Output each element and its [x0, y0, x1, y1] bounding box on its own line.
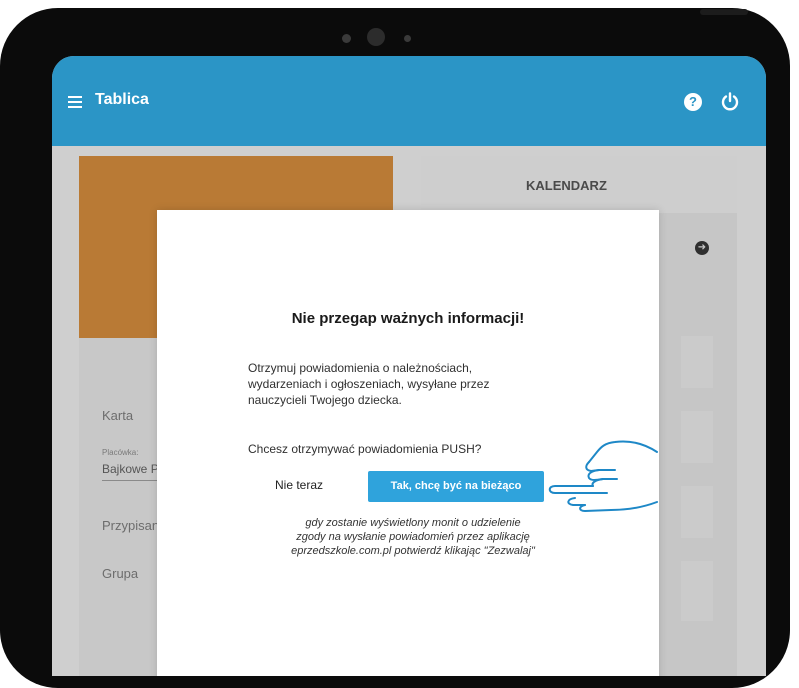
karta-label: Karta [102, 408, 134, 423]
question-circle-icon[interactable]: ? [684, 93, 702, 111]
calendar-tile [681, 411, 713, 463]
dialog-body: Otrzymuj powiadomienia o należnościach, … [248, 361, 490, 407]
subscribe-button[interactable]: Tak, chcę być na bieżąco [368, 471, 544, 502]
calendar-tile [681, 561, 713, 621]
power-icon[interactable] [720, 92, 740, 112]
grupa-label: Grupa [102, 566, 139, 581]
camera-dot [342, 34, 351, 43]
calendar-title: KALENDARZ [526, 178, 607, 193]
pointing-hand-icon [548, 440, 658, 512]
dialog-heading: Nie przegap ważnych informacji! [291, 310, 525, 327]
camera-lens [367, 28, 385, 46]
dialog-note: gdy zostanie wyświetlony monit o udziele… [291, 517, 535, 557]
camera-sensor [404, 35, 411, 42]
calendar-tile [681, 336, 713, 388]
przypisanie-label: Przypisan [102, 518, 160, 533]
tablet-side-button [700, 9, 748, 15]
placowka-label: Placówka: [102, 448, 139, 457]
calendar-header: KALENDARZ [421, 156, 737, 213]
page-title: Tablica [95, 91, 149, 108]
app-bar: Tablica ? [52, 56, 766, 146]
not-now-button[interactable]: Nie teraz [275, 478, 323, 492]
dialog-question: Chcesz otrzymywać powiadomienia PUSH? [248, 442, 482, 456]
placowka-select[interactable]: Bajkowe P [102, 462, 158, 481]
hamburger-menu-icon[interactable] [68, 96, 82, 108]
tablet-screen: Tablica ? Karta Placówka: Bajkowe P Przy… [52, 56, 766, 676]
arrow-right-circle-icon[interactable]: ➜ [695, 241, 709, 255]
calendar-tile [681, 486, 713, 538]
